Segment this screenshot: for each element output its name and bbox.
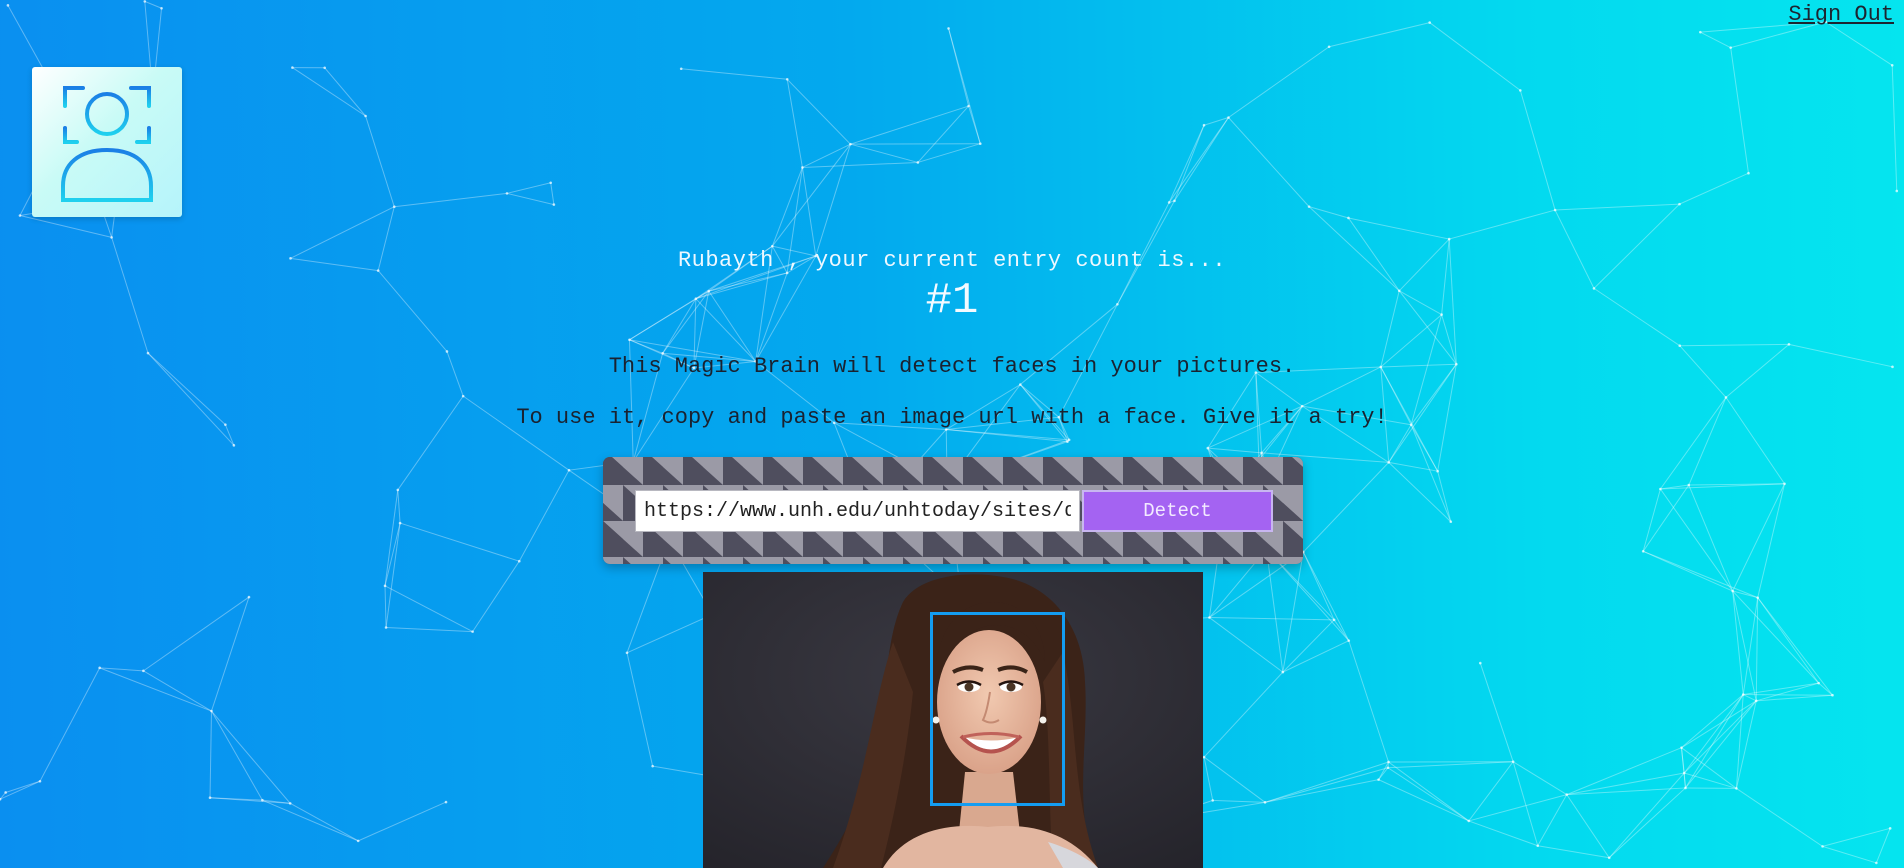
face-bounding-box <box>930 612 1065 806</box>
face-scan-icon <box>61 86 153 202</box>
navigation: Sign Out <box>1788 0 1904 27</box>
logo <box>32 67 182 217</box>
image-link-form: Detect <box>603 457 1303 564</box>
rank-greeting: Rubayth , your current entry count is... <box>677 248 1227 273</box>
sign-out-link[interactable]: Sign Out <box>1788 2 1894 27</box>
face-image <box>703 572 1203 868</box>
instructions-text: To use it, copy and paste an image url w… <box>516 405 1388 430</box>
detect-button[interactable]: Detect <box>1082 490 1273 532</box>
entry-count: #1 <box>925 276 979 326</box>
intro-text: This Magic Brain will detect faces in yo… <box>608 354 1296 379</box>
image-url-input[interactable] <box>635 490 1080 532</box>
